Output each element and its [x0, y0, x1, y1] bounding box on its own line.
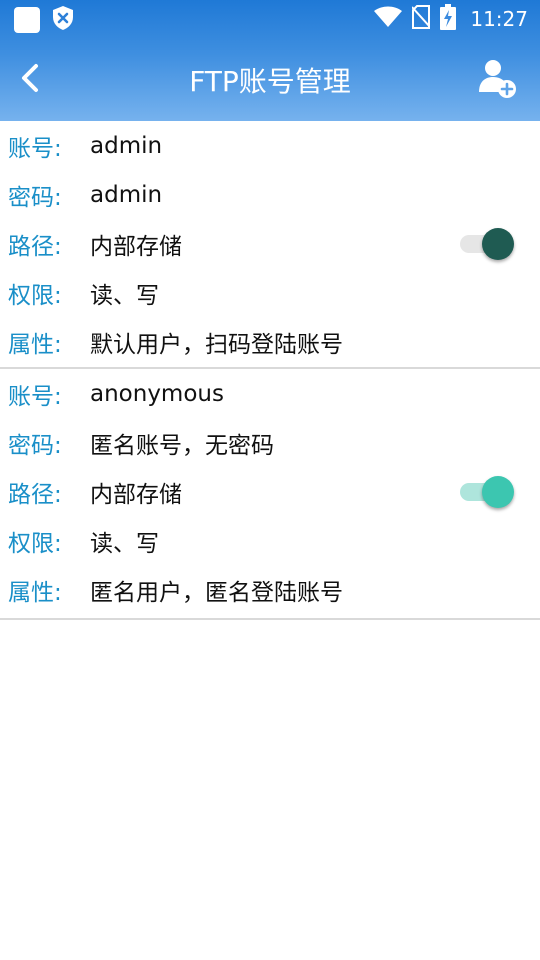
permission-row: 权限: 读、写 [0, 268, 540, 317]
account-value: admin [90, 132, 163, 159]
status-bar: 11:27 [0, 0, 540, 36]
shield-x-icon [52, 5, 74, 35]
no-sim-icon [411, 5, 432, 33]
password-label: 密码: [8, 432, 62, 459]
account-value: anonymous [90, 380, 224, 407]
account-list: 账号: admin 密码: admin 路径: 内部存储 权限: 读、写 属性:… [0, 121, 540, 620]
page-title: FTP账号管理 [189, 65, 351, 98]
account-card[interactable]: 账号: anonymous 密码: 匿名账号，无密码 路径: 内部存储 权限: … [0, 369, 540, 620]
attribute-value: 匿名用户，匿名登陆账号 [90, 579, 343, 606]
permission-value: 读、写 [90, 530, 159, 557]
status-time: 11:27 [470, 7, 528, 31]
path-row: 路径: 内部存储 [0, 467, 540, 516]
account-card[interactable]: 账号: admin 密码: admin 路径: 内部存储 权限: 读、写 属性:… [0, 121, 540, 369]
password-row: 密码: 匿名账号，无密码 [0, 418, 540, 467]
account-label: 账号: [8, 135, 62, 162]
password-value: admin [90, 181, 163, 208]
account-enable-toggle[interactable] [460, 475, 514, 508]
permission-row: 权限: 读、写 [0, 516, 540, 565]
wifi-icon [374, 6, 403, 32]
path-value: 内部存储 [90, 481, 182, 508]
account-enable-toggle[interactable] [460, 227, 514, 260]
account-label: 账号: [8, 383, 62, 410]
toggle-thumb [482, 227, 514, 260]
path-label: 路径: [8, 233, 62, 260]
password-value: 匿名账号，无密码 [90, 432, 274, 459]
battery-charging-icon [440, 4, 457, 34]
path-row: 路径: 内部存储 [0, 219, 540, 268]
path-value: 内部存储 [90, 233, 182, 260]
permission-value: 读、写 [90, 282, 159, 309]
password-row: 密码: admin [0, 170, 540, 219]
attribute-row: 属性: 默认用户，扫码登陆账号 [0, 317, 540, 366]
toggle-thumb [482, 475, 514, 508]
attribute-row: 属性: 匿名用户，匿名登陆账号 [0, 565, 540, 614]
account-row: 账号: admin [0, 121, 540, 170]
attribute-value: 默认用户，扫码登陆账号 [90, 331, 343, 358]
permission-label: 权限: [8, 282, 62, 309]
attribute-label: 属性: [8, 579, 62, 606]
attribute-label: 属性: [8, 331, 62, 358]
app-bar: 11:27 FTP账号管理 [0, 0, 540, 121]
permission-label: 权限: [8, 530, 62, 557]
password-label: 密码: [8, 184, 62, 211]
add-user-button[interactable] [478, 58, 518, 100]
account-row: 账号: anonymous [0, 369, 540, 418]
path-label: 路径: [8, 481, 62, 508]
app-square-icon [14, 7, 40, 33]
toolbar: FTP账号管理 [0, 36, 540, 121]
add-user-icon [479, 60, 516, 98]
